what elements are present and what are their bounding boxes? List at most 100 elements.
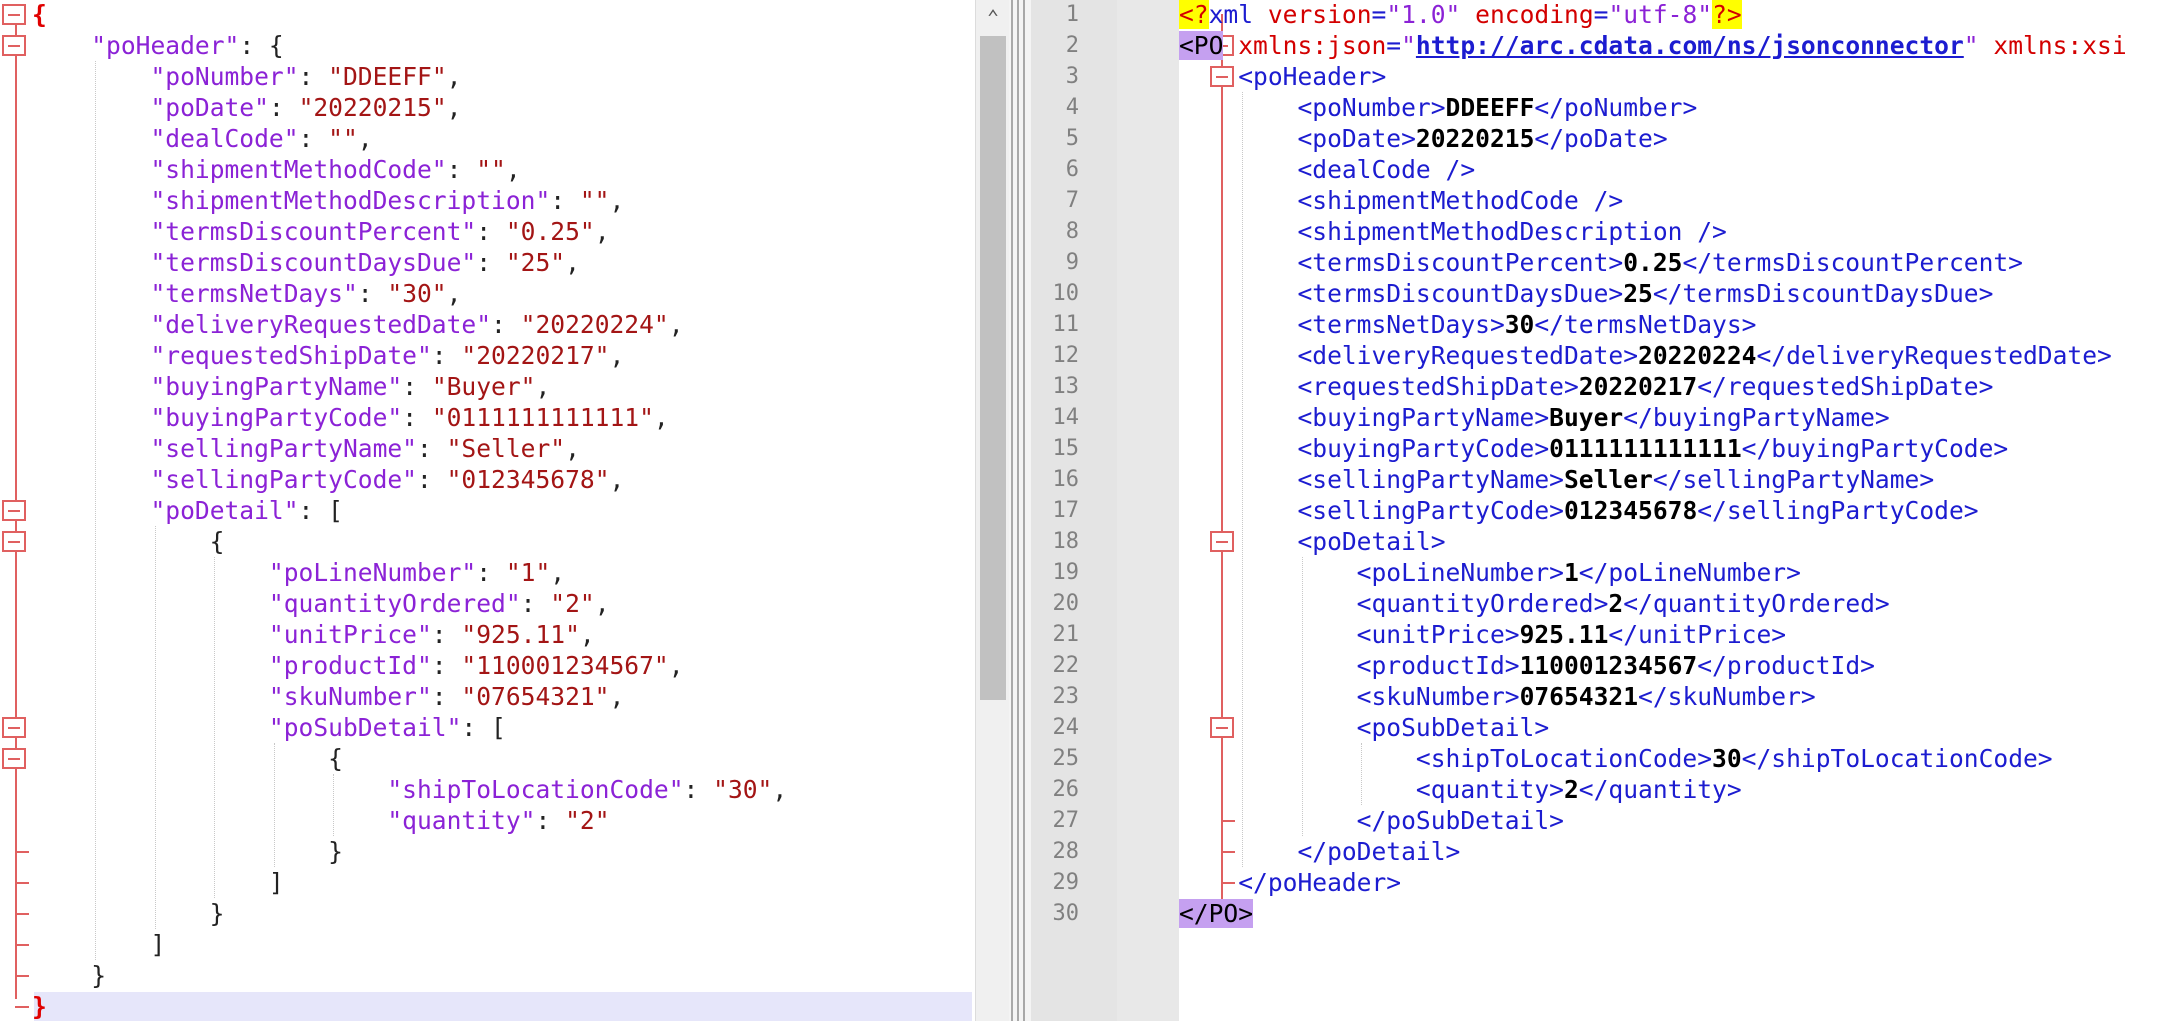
xml-code-line[interactable]: <buyingPartyCode>0111111111111</buyingPa… bbox=[1179, 433, 2008, 464]
json-token: "925.11" bbox=[461, 620, 580, 649]
xml-code-line[interactable]: <PO xmlns:json="http://arc.cdata.com/ns/… bbox=[1179, 30, 2127, 61]
xml-code-line[interactable]: <quantity>2</quantity> bbox=[1179, 774, 1742, 805]
json-token: , bbox=[535, 372, 551, 401]
json-code-line[interactable]: "shipmentMethodCode": "", bbox=[32, 154, 520, 185]
json-code-line[interactable]: "sellingPartyCode": "012345678", bbox=[32, 464, 624, 495]
xml-code-line[interactable]: <requestedShipDate>20220217</requestedSh… bbox=[1179, 371, 1993, 402]
json-code-area[interactable]: { "poHeader": { "poNumber": "DDEEFF", "p… bbox=[32, 0, 975, 1021]
xml-code-line[interactable]: <unitPrice>925.11</unitPrice> bbox=[1179, 619, 1786, 650]
xml-code-area[interactable]: <?xml version="1.0" encoding="utf-8"?> <P… bbox=[1179, 0, 2175, 1021]
xml-code-line[interactable]: <poHeader> bbox=[1179, 61, 1386, 92]
json-code-line[interactable]: } bbox=[32, 991, 47, 1021]
fold-toggle-icon[interactable] bbox=[2, 717, 26, 738]
xml-code-line[interactable]: <deliveryRequestedDate>20220224</deliver… bbox=[1179, 340, 2111, 371]
xml-code-line[interactable]: <sellingPartyCode>012345678</sellingPart… bbox=[1179, 495, 1978, 526]
json-code-line[interactable]: "quantityOrdered": "2", bbox=[32, 588, 610, 619]
line-number: 27 bbox=[1052, 808, 1080, 833]
json-code-line[interactable]: "poSubDetail": [ bbox=[32, 712, 506, 743]
xml-code-line[interactable]: <poDetail> bbox=[1179, 526, 1446, 557]
xml-code-line[interactable]: <productId>110001234567</productId> bbox=[1179, 650, 1875, 681]
line-number: 1 bbox=[1065, 2, 1079, 27]
xml-code-line[interactable]: <poNumber>DDEEFF</poNumber> bbox=[1179, 92, 1697, 123]
xml-code-line[interactable]: <shipToLocationCode>30</shipToLocationCo… bbox=[1179, 743, 2053, 774]
xml-code-line[interactable]: </poHeader> bbox=[1179, 867, 1401, 898]
xml-token: </poSubDetail> bbox=[1179, 806, 1564, 835]
json-code-line[interactable]: "productId": "110001234567", bbox=[32, 650, 684, 681]
json-token: , bbox=[594, 589, 610, 618]
json-code-line[interactable]: { bbox=[32, 743, 343, 774]
chevron-up-icon[interactable]: ⌃ bbox=[976, 0, 1010, 34]
json-token: "" bbox=[476, 155, 506, 184]
xml-code-line[interactable]: <shipmentMethodCode /> bbox=[1179, 185, 1623, 216]
xml-token: </sellingPartyName> bbox=[1652, 465, 1935, 494]
json-code-line[interactable]: "poNumber": "DDEEFF", bbox=[32, 61, 461, 92]
xml-editor-pane[interactable]: 1 2 3 4 5 6 7 8 9 10 11 12 13 14 15 16 17 18 19 20 21 22 23 24 2… bbox=[1031, 0, 2175, 1021]
json-code-line[interactable]: "poLineNumber": "1", bbox=[32, 557, 565, 588]
xml-code-line[interactable]: <skuNumber>07654321</skuNumber> bbox=[1179, 681, 1816, 712]
json-vertical-scrollbar[interactable]: ⌃ bbox=[975, 0, 1010, 1021]
json-code-line[interactable]: "buyingPartyName": "Buyer", bbox=[32, 371, 550, 402]
json-fold-gutter[interactable] bbox=[0, 0, 34, 1021]
xml-token: <dealCode /> bbox=[1179, 155, 1476, 184]
json-code-line[interactable]: } bbox=[32, 836, 343, 867]
json-editor-pane[interactable]: { "poHeader": { "poNumber": "DDEEFF", "p… bbox=[0, 0, 975, 1021]
xml-code-line[interactable]: <buyingPartyName>Buyer</buyingPartyName> bbox=[1179, 402, 1889, 433]
json-code-line[interactable]: } bbox=[32, 898, 225, 929]
json-code-line[interactable]: "quantity": "2" bbox=[32, 805, 609, 836]
json-code-line[interactable]: "buyingPartyCode": "0111111111111", bbox=[32, 402, 668, 433]
xml-token: <quantityOrdered> bbox=[1179, 589, 1609, 618]
fold-toggle-icon[interactable] bbox=[2, 748, 26, 769]
json-code-line[interactable]: { bbox=[32, 0, 47, 30]
fold-toggle-icon[interactable] bbox=[2, 35, 26, 56]
json-code-line[interactable]: "requestedShipDate": "20220217", bbox=[32, 340, 624, 371]
xml-code-line[interactable]: <termsDiscountDaysDue>25</termsDiscountD… bbox=[1179, 278, 1993, 309]
xml-code-line[interactable]: <quantityOrdered>2</quantityOrdered> bbox=[1179, 588, 1890, 619]
fold-toggle-icon[interactable] bbox=[2, 500, 26, 521]
json-code-line[interactable]: } bbox=[32, 960, 106, 991]
json-token: : [ bbox=[298, 496, 343, 525]
xml-fold-margin[interactable] bbox=[1117, 0, 1235, 1021]
json-code-line[interactable]: { bbox=[32, 526, 225, 557]
scrollbar-thumb[interactable] bbox=[980, 36, 1006, 700]
xml-code-line[interactable]: <shipmentMethodDescription /> bbox=[1179, 216, 1726, 247]
fold-toggle-icon[interactable] bbox=[2, 4, 26, 25]
xml-code-line[interactable]: </poSubDetail> bbox=[1179, 805, 1564, 836]
json-code-line[interactable]: "termsDiscountDaysDue": "25", bbox=[32, 247, 579, 278]
json-code-line[interactable]: "sellingPartyName": "Seller", bbox=[32, 433, 579, 464]
xml-code-line[interactable]: <termsDiscountPercent>0.25</termsDiscoun… bbox=[1179, 247, 2023, 278]
line-number: 12 bbox=[1052, 343, 1080, 368]
xml-code-line[interactable]: </poDetail> bbox=[1179, 836, 1460, 867]
json-code-line[interactable]: "skuNumber": "07654321", bbox=[32, 681, 624, 712]
json-code-line[interactable]: "shipmentMethodDescription": "", bbox=[32, 185, 624, 216]
json-code-line[interactable]: "unitPrice": "925.11", bbox=[32, 619, 595, 650]
xml-code-line[interactable]: </PO> bbox=[1179, 898, 1254, 929]
xml-token: 07654321 bbox=[1519, 682, 1639, 711]
json-code-line[interactable]: "poDate": "20220215", bbox=[32, 92, 461, 123]
json-code-line[interactable]: "dealCode": "", bbox=[32, 123, 372, 154]
xml-code-line[interactable]: <poDate>20220215</poDate> bbox=[1179, 123, 1667, 154]
json-code-line[interactable]: "deliveryRequestedDate": "20220224", bbox=[32, 309, 684, 340]
json-code-line[interactable]: "poDetail": [ bbox=[32, 495, 343, 526]
json-code-line[interactable]: "termsNetDays": "30", bbox=[32, 278, 461, 309]
xml-code-line[interactable]: <dealCode /> bbox=[1179, 154, 1475, 185]
xml-code-line[interactable]: <?xml version="1.0" encoding="utf-8"?> bbox=[1179, 0, 1742, 30]
json-code-line[interactable]: "termsDiscountPercent": "0.25", bbox=[32, 216, 609, 247]
xml-code-line[interactable]: <sellingPartyName>Seller</sellingPartyNa… bbox=[1179, 464, 1934, 495]
json-code-line[interactable]: "poHeader": { bbox=[32, 30, 284, 61]
json-code-line[interactable]: ] bbox=[32, 867, 284, 898]
json-token: , bbox=[668, 310, 684, 339]
json-code-line[interactable]: "shipToLocationCode": "30", bbox=[32, 774, 787, 805]
pane-splitter[interactable] bbox=[1009, 0, 1031, 1021]
fold-toggle-icon[interactable] bbox=[2, 531, 26, 552]
xml-code-line[interactable]: <poLineNumber>1</poLineNumber> bbox=[1179, 557, 1801, 588]
xml-code-line[interactable]: <poSubDetail> bbox=[1179, 712, 1550, 743]
xml-code-line[interactable]: <termsNetDays>30</termsNetDays> bbox=[1179, 309, 1756, 340]
line-number: 28 bbox=[1052, 839, 1080, 864]
xml-token: <poDetail> bbox=[1179, 527, 1446, 556]
json-code-line[interactable]: ] bbox=[32, 929, 165, 960]
json-token: , bbox=[772, 775, 788, 804]
xml-token: <poDate> bbox=[1179, 124, 1416, 153]
